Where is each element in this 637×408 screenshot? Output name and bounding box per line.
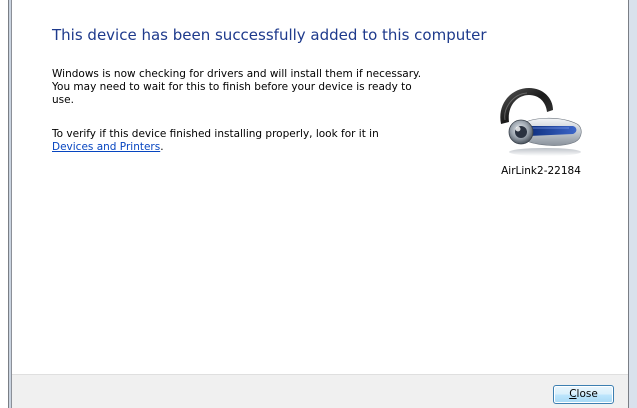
add-device-dialog: This device has been successfully added … (0, 0, 637, 408)
driver-check-text: Windows is now checking for drivers and … (52, 68, 422, 106)
verify-install-prefix: To verify if this device finished instal… (52, 128, 379, 140)
window-left-border (8, 0, 12, 408)
close-accelerator: C (569, 388, 577, 400)
verify-install-text: To verify if this device finished instal… (52, 128, 432, 154)
dialog-heading: This device has been successfully added … (52, 26, 487, 44)
devices-and-printers-link[interactable]: Devices and Printers (52, 141, 160, 153)
device-name-label: AirLink2-22184 (501, 165, 581, 177)
verify-install-suffix: . (160, 141, 164, 153)
dialog-footer (12, 374, 628, 408)
close-label-rest: lose (576, 388, 598, 400)
close-button[interactable]: Close (553, 385, 614, 404)
window-right-border (628, 0, 637, 408)
bluetooth-headset-icon (500, 88, 582, 156)
